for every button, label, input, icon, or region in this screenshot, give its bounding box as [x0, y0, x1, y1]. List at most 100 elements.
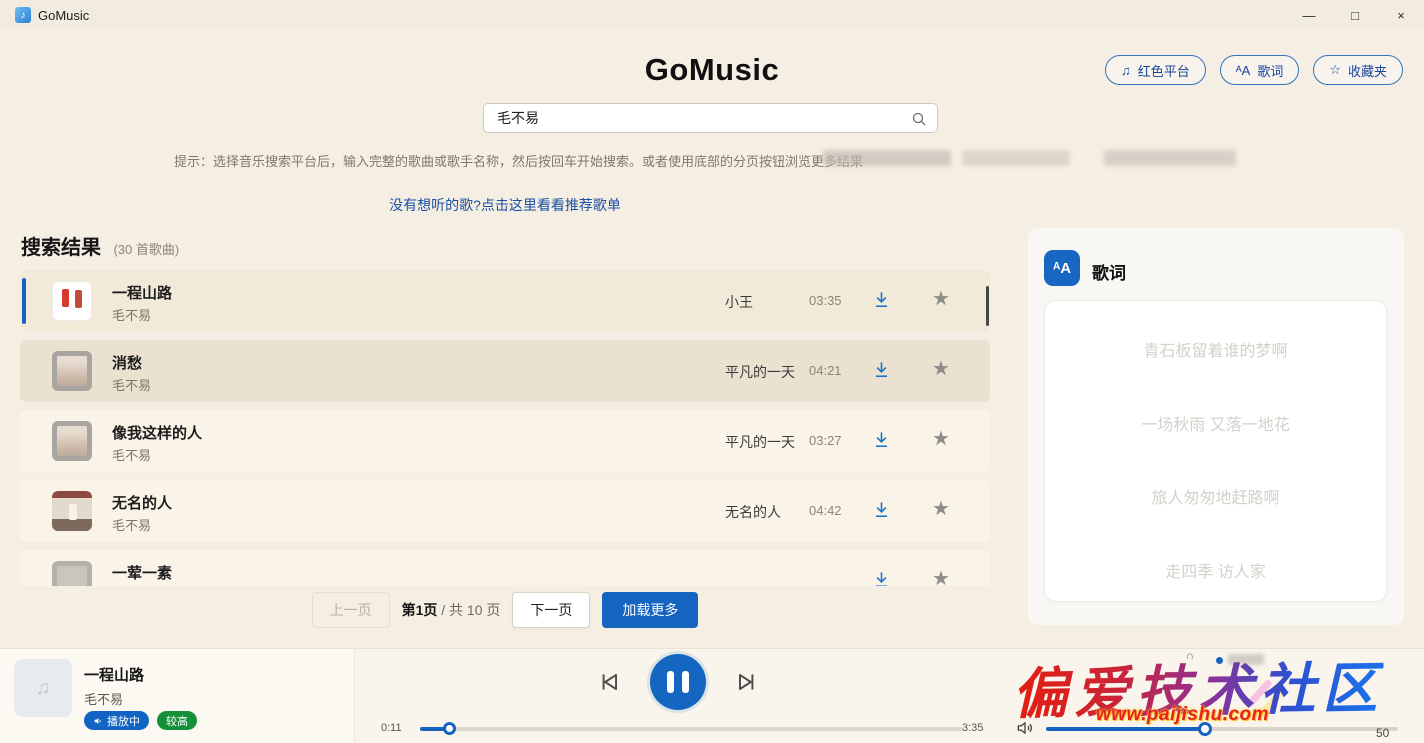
- download-icon[interactable]: [872, 500, 891, 524]
- app-title: GoMusic: [38, 8, 89, 23]
- recommend-playlist-link[interactable]: 没有想听的歌?点击这里看看推荐歌单: [0, 195, 1010, 215]
- red-platform-label: 红色平台: [1138, 61, 1190, 80]
- song-title: 消愁: [112, 352, 142, 373]
- song-album: 平凡的一天: [725, 362, 795, 382]
- song-album: 小王: [725, 292, 753, 312]
- close-button[interactable]: ×: [1378, 0, 1424, 30]
- lyrics-button[interactable]: ᴬA 歌词: [1220, 55, 1300, 85]
- album-art: [52, 561, 92, 586]
- status-badges: 播放中 较高: [84, 711, 197, 730]
- window-controls: — □ ×: [1286, 0, 1424, 30]
- song-duration: 04:42: [809, 503, 842, 518]
- favorite-icon[interactable]: ★: [932, 496, 950, 521]
- lyrics-button-label: 歌词: [1257, 61, 1283, 80]
- album-art: [52, 281, 92, 321]
- mini-status-icon: ∩: [1186, 650, 1194, 662]
- header-actions: ♫ 红色平台 ᴬA 歌词 ☆ 收藏夹: [1105, 55, 1403, 85]
- speaker-icon: [93, 716, 103, 726]
- search-hint: 提示：选择音乐搜索平台后，输入完整的歌曲或歌手名称，然后按回车开始搜索。或者使用…: [174, 151, 863, 170]
- lyric-line: 旅人匆匆地赶路啊: [1045, 484, 1386, 508]
- minimize-button[interactable]: —: [1286, 0, 1332, 30]
- pause-button[interactable]: [650, 654, 706, 710]
- aa-icon: ᴬA: [1236, 63, 1251, 78]
- previous-track-button[interactable]: [596, 669, 622, 700]
- album-art: [52, 421, 92, 461]
- favorites-button-label: 收藏夹: [1348, 61, 1387, 80]
- favorites-button[interactable]: ☆ 收藏夹: [1313, 55, 1403, 85]
- download-icon[interactable]: [872, 430, 891, 454]
- lyric-line: 青石板留着谁的梦啊: [1045, 337, 1386, 361]
- search-input[interactable]: [484, 104, 937, 132]
- redacted-text-block: [1104, 150, 1236, 166]
- song-duration: 03:27: [809, 433, 842, 448]
- lyrics-panel: ᴬA 歌词 青石板留着谁的梦啊 一场秋雨 又落一地花 旅人匆匆地赶路啊 走四季 …: [1028, 228, 1404, 625]
- song-title: 一程山路: [112, 282, 172, 303]
- quality-badge-label: 较高: [166, 713, 188, 729]
- red-platform-button[interactable]: ♫ 红色平台: [1105, 55, 1206, 85]
- favorite-icon[interactable]: ★: [932, 356, 950, 381]
- album-art: [52, 351, 92, 391]
- current-time: 0:11: [381, 722, 402, 734]
- results-title: 搜索结果: [21, 237, 101, 259]
- download-icon[interactable]: [872, 360, 891, 384]
- active-indicator: [22, 278, 26, 324]
- total-pages: / 共 10 页: [437, 602, 500, 618]
- download-icon[interactable]: [872, 290, 891, 314]
- redacted-text-block: [823, 150, 951, 166]
- progress-thumb[interactable]: [443, 722, 456, 735]
- song-row-active[interactable]: 一程山路 毛不易 小王 03:35 ★: [20, 270, 990, 332]
- quality-badge: 较高: [157, 711, 197, 730]
- song-row[interactable]: 消愁 毛不易 平凡的一天 04:21 ★: [20, 340, 990, 402]
- song-album: 无名的人: [725, 502, 781, 522]
- lyrics-card: 青石板留着谁的梦啊 一场秋雨 又落一地花 旅人匆匆地赶路啊 走四季 访人家: [1044, 300, 1387, 602]
- song-artist: 毛不易: [112, 585, 151, 586]
- album-art: [52, 491, 92, 531]
- favorite-icon[interactable]: ★: [932, 566, 950, 586]
- next-page-button[interactable]: 下一页: [512, 592, 590, 628]
- load-more-button[interactable]: 加载更多: [602, 592, 698, 628]
- progress-slider[interactable]: [420, 727, 963, 731]
- pagination: 上一页 第1页 / 共 10 页 下一页 加载更多: [0, 592, 1010, 628]
- redacted-text-block: [962, 150, 1070, 166]
- lyrics-panel-title: 歌词: [1092, 259, 1126, 284]
- playing-badge: 播放中: [84, 711, 149, 730]
- download-icon[interactable]: [872, 570, 891, 586]
- music-note-icon: ♫: [1121, 63, 1131, 78]
- song-row[interactable]: 像我这样的人 毛不易 平凡的一天 03:27 ★: [20, 410, 990, 472]
- lyric-line: 一场秋雨 又落一地花: [1045, 411, 1386, 435]
- now-playing-artist: 毛不易: [84, 689, 123, 708]
- current-page: 第1页: [402, 602, 438, 618]
- song-artist: 毛不易: [112, 515, 151, 534]
- total-time: 3:35: [962, 722, 983, 734]
- search-icon[interactable]: [911, 111, 927, 132]
- next-track-button[interactable]: [734, 669, 760, 700]
- volume-fill: [1046, 727, 1206, 731]
- song-duration: 04:21: [809, 363, 842, 378]
- song-artist: 毛不易: [112, 375, 151, 394]
- volume-slider[interactable]: [1046, 727, 1398, 731]
- lyrics-aa-icon: ᴬA: [1044, 250, 1080, 286]
- now-playing-title: 一程山路: [84, 664, 144, 685]
- volume-thumb[interactable]: [1198, 722, 1212, 736]
- playing-badge-label: 播放中: [107, 713, 140, 729]
- list-scrollbar[interactable]: [986, 286, 989, 326]
- favorite-icon[interactable]: ★: [932, 426, 950, 451]
- volume-value: 50: [1376, 726, 1389, 740]
- song-album: 平凡的一天: [725, 432, 795, 452]
- prev-page-button[interactable]: 上一页: [312, 592, 390, 628]
- star-outline-icon: ☆: [1329, 62, 1341, 78]
- song-artist: 毛不易: [112, 305, 151, 324]
- maximize-button[interactable]: □: [1332, 0, 1378, 30]
- song-row-partial[interactable]: 一荤一素 毛不易 ★: [20, 550, 990, 586]
- favorite-icon[interactable]: ★: [932, 286, 950, 311]
- volume-icon[interactable]: [1014, 718, 1036, 743]
- song-duration: 03:35: [809, 293, 842, 308]
- page-info: 第1页 / 共 10 页: [402, 600, 501, 620]
- song-row[interactable]: 无名的人 毛不易 无名的人 04:42 ★: [20, 480, 990, 542]
- now-playing-art: ♫: [14, 659, 72, 717]
- results-header: 搜索结果 (30 首歌曲): [21, 231, 179, 260]
- titlebar: ♪ GoMusic — □ ×: [0, 0, 1424, 30]
- search-box: [483, 103, 938, 133]
- pause-icon: [667, 671, 674, 693]
- results-count: (30 首歌曲): [113, 242, 179, 257]
